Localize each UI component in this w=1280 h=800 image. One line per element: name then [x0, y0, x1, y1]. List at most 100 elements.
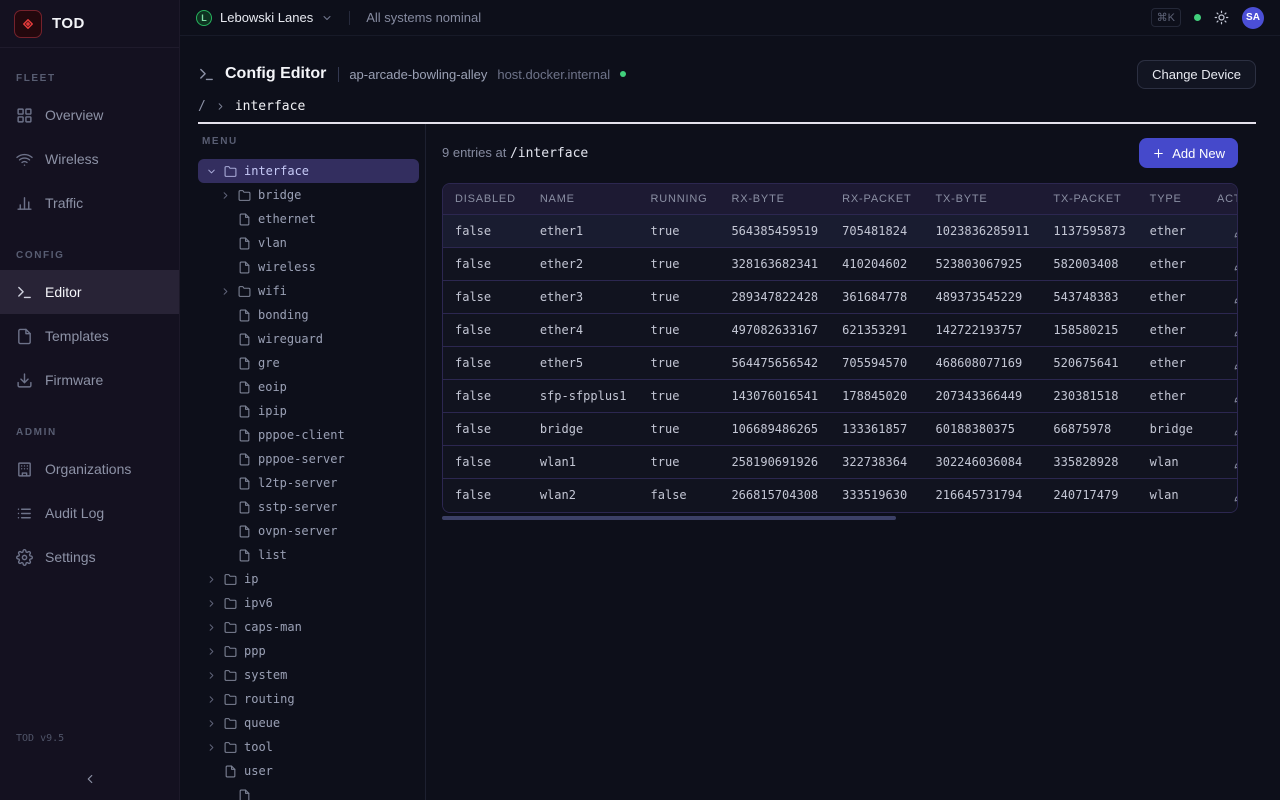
sidebar-item-traffic[interactable]: Traffic [0, 181, 179, 225]
folder-icon [238, 189, 251, 202]
sun-icon[interactable] [1214, 10, 1229, 25]
tree-item-ethernet[interactable]: ethernet [198, 207, 419, 231]
sidebar-collapse-button[interactable] [16, 766, 163, 792]
cell-tx-packet: 66875978 [1041, 413, 1137, 446]
cell-tx-packet: 240717479 [1041, 479, 1137, 512]
tree-item-ip[interactable]: ip [198, 567, 419, 591]
tree-item-tool[interactable]: tool [198, 735, 419, 759]
change-device-button[interactable]: Change Device [1137, 60, 1256, 89]
tree-item-eoip[interactable]: eoip [198, 375, 419, 399]
cell-tx-byte: 1023836285911 [924, 215, 1042, 248]
column-header-tx-packet[interactable]: TX-PACKET [1041, 184, 1137, 215]
add-new-button[interactable]: Add New [1139, 138, 1238, 168]
edit-row-button[interactable] [1234, 225, 1238, 238]
sidebar-footer: TOD v9.5 [0, 733, 179, 800]
table-row[interactable]: false ether2 true 328163682341 410204602… [443, 248, 1238, 281]
sidebar-item-audit-log[interactable]: Audit Log [0, 491, 179, 535]
chevron-right-icon[interactable] [220, 190, 231, 201]
gear-icon [16, 549, 33, 566]
tree-item-gre[interactable]: gre [198, 351, 419, 375]
tree-item-wireless[interactable]: wireless [198, 255, 419, 279]
chevron-right-icon[interactable] [220, 286, 231, 297]
table-row[interactable]: false ether1 true 564385459519 705481824… [443, 215, 1238, 248]
tree-item-ipv6[interactable]: ipv6 [198, 591, 419, 615]
edit-row-button[interactable] [1234, 489, 1238, 502]
table-row[interactable]: false ether4 true 497082633167 621353291… [443, 314, 1238, 347]
table-row[interactable]: false wlan1 true 258190691926 322738364 … [443, 446, 1238, 479]
tree-item-user[interactable]: user [198, 759, 419, 783]
tree-item-queue[interactable]: queue [198, 711, 419, 735]
scrollbar-thumb[interactable] [442, 516, 896, 520]
tree-item-ppp[interactable]: ppp [198, 639, 419, 663]
table-row[interactable]: false ether5 true 564475656542 705594570… [443, 347, 1238, 380]
tree-item-wireguard[interactable]: wireguard [198, 327, 419, 351]
edit-row-button[interactable] [1234, 357, 1238, 370]
column-header-type[interactable]: TYPE [1138, 184, 1205, 215]
edit-row-button[interactable] [1234, 324, 1238, 337]
tree-item-system[interactable]: system [198, 663, 419, 687]
table-row[interactable]: false ether3 true 289347822428 361684778… [443, 281, 1238, 314]
sidebar-item-wireless[interactable]: Wireless [0, 137, 179, 181]
tree-item-l2tp-server[interactable]: l2tp-server [198, 471, 419, 495]
entries-path: /interface [510, 146, 588, 161]
org-switcher[interactable]: L Lebowski Lanes [196, 10, 333, 26]
sidebar-item-templates[interactable]: Templates [0, 314, 179, 358]
sidebar-item-firmware[interactable]: Firmware [0, 358, 179, 402]
command-palette-shortcut[interactable]: ⌘K [1151, 8, 1181, 27]
column-header-name[interactable]: NAME [528, 184, 639, 215]
column-header-running[interactable]: RUNNING [639, 184, 720, 215]
cell-actions [1205, 347, 1238, 380]
tree-item-label: ethernet [258, 212, 316, 226]
tree-item-caps-man[interactable]: caps-man [198, 615, 419, 639]
column-header-disabled[interactable]: DISABLED [443, 184, 528, 215]
chevron-right-icon[interactable] [206, 622, 217, 633]
cell-running: true [639, 446, 720, 479]
edit-row-button[interactable] [1234, 456, 1238, 469]
chevron-right-icon[interactable] [206, 574, 217, 585]
edit-row-button[interactable] [1234, 291, 1238, 304]
column-header-rx-byte[interactable]: RX-BYTE [719, 184, 830, 215]
chevron-right-icon[interactable] [206, 742, 217, 753]
tree-item-ipip[interactable]: ipip [198, 399, 419, 423]
chevron-right-icon[interactable] [206, 718, 217, 729]
user-avatar[interactable]: SA [1242, 7, 1264, 29]
table-horizontal-scrollbar[interactable] [442, 516, 1238, 520]
tree-item-pppoe-client[interactable]: pppoe-client [198, 423, 419, 447]
tree-item-pppoe-server[interactable]: pppoe-server [198, 447, 419, 471]
tree-item-partial[interactable] [198, 783, 419, 800]
column-header-rx-packet[interactable]: RX-PACKET [830, 184, 923, 215]
table-row[interactable]: false wlan2 false 266815704308 333519630… [443, 479, 1238, 512]
chevron-right-icon[interactable] [206, 646, 217, 657]
edit-row-button[interactable] [1234, 258, 1238, 271]
chevron-right-icon[interactable] [206, 694, 217, 705]
chevron-right-icon[interactable] [206, 670, 217, 681]
tree-item-interface[interactable]: interface [198, 159, 419, 183]
chevron-right-icon [215, 101, 226, 112]
sidebar-item-settings[interactable]: Settings [0, 535, 179, 579]
tree-item-ovpn-server[interactable]: ovpn-server [198, 519, 419, 543]
breadcrumb-root[interactable]: / [198, 99, 206, 114]
chevron-down-icon[interactable] [206, 166, 217, 177]
tree-item-bridge[interactable]: bridge [198, 183, 419, 207]
tree-item-routing[interactable]: routing [198, 687, 419, 711]
cell-tx-packet: 158580215 [1041, 314, 1137, 347]
pencil-icon [1234, 456, 1238, 469]
chevron-right-icon[interactable] [206, 598, 217, 609]
edit-row-button[interactable] [1234, 390, 1238, 403]
tree-item-sstp-server[interactable]: sstp-server [198, 495, 419, 519]
sidebar-item-organizations[interactable]: Organizations [0, 447, 179, 491]
sidebar-item-editor[interactable]: Editor [0, 270, 179, 314]
sidebar-item-overview[interactable]: Overview [0, 93, 179, 137]
column-header-tx-byte[interactable]: TX-BYTE [924, 184, 1042, 215]
edit-row-button[interactable] [1234, 423, 1238, 436]
tree-item-label: vlan [258, 236, 287, 250]
tree-item-wifi[interactable]: wifi [198, 279, 419, 303]
table-row[interactable]: false sfp-sfpplus1 true 143076016541 178… [443, 380, 1238, 413]
tree-item-vlan[interactable]: vlan [198, 231, 419, 255]
table-row[interactable]: false bridge true 106689486265 133361857… [443, 413, 1238, 446]
tree-item-bonding[interactable]: bonding [198, 303, 419, 327]
cell-tx-byte: 302246036084 [924, 446, 1042, 479]
cell-disabled: false [443, 413, 528, 446]
cell-running: false [639, 479, 720, 512]
tree-item-list[interactable]: list [198, 543, 419, 567]
